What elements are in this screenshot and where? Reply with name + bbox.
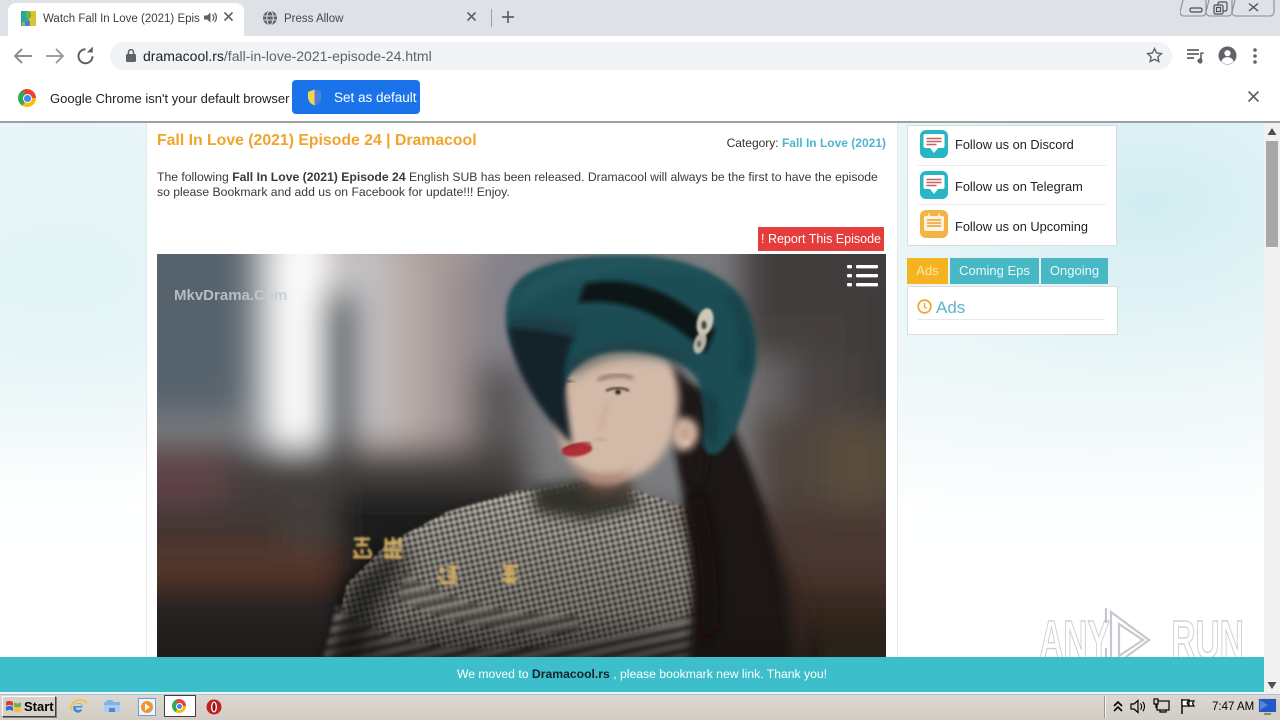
svg-text:MkvDrama.Com: MkvDrama.Com xyxy=(174,287,287,304)
